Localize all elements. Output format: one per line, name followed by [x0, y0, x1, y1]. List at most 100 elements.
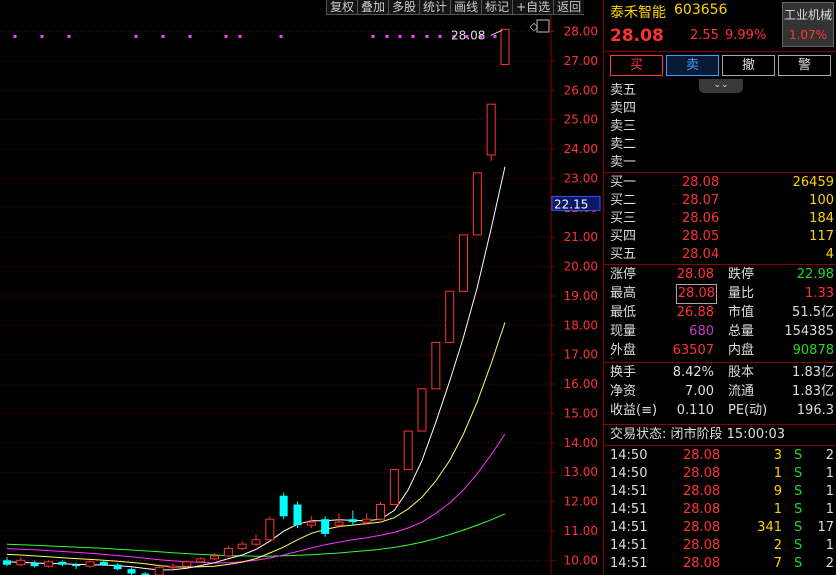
candle-body [431, 341, 441, 390]
candle-body [472, 172, 482, 236]
stat-label: 跌停 [728, 267, 755, 282]
marker-dot [224, 35, 228, 38]
toolbar-button-2[interactable]: 多股 [388, 0, 420, 15]
tick-row: 14:50 28.08 3 S 2 [610, 447, 834, 465]
tick-row: 14:51 28.08 341 S 17 [610, 519, 834, 537]
fundamental-label: 流通 [728, 384, 755, 399]
candle-body [293, 504, 302, 526]
tick-volume: 7 [773, 556, 782, 571]
y-tick-label: 19.00 [564, 289, 598, 303]
fundamental-label: 换手 [610, 365, 637, 380]
buy-order-label: 买三 [610, 211, 637, 226]
candle-body [58, 561, 67, 565]
candle-body [417, 388, 427, 432]
stat-label: 最高 [610, 286, 637, 301]
candle-body [168, 565, 178, 569]
tick-count: 2 [825, 556, 834, 571]
quote-panel: 泰禾智能 603656 28.08 2.55 9.99% 工业机械 1.07% … [603, 0, 836, 575]
sell-order-label: 卖五 [610, 83, 637, 98]
candle-body [486, 103, 496, 156]
sell-order-row: 卖一 [610, 154, 834, 172]
fundamental-row: 净资 7.00 流通 1.83亿 [610, 383, 834, 401]
candles [3, 28, 510, 575]
stat-value: 90878 [792, 343, 834, 358]
tick-volume: 341 [757, 520, 782, 535]
candlestick-chart[interactable]: ◇ 10.0011.0012.0013.0014.0015.0016.0017.… [0, 0, 603, 575]
alert-button[interactable]: 警 [778, 55, 831, 76]
buy-button[interactable]: 买 [610, 55, 663, 76]
y-tick-label: 21.00 [564, 230, 598, 244]
tick-row: 14:51 28.08 7 S 2 [610, 555, 834, 573]
buy-order-price: 28.06 [682, 211, 720, 226]
y-tick-label: 23.00 [564, 171, 598, 185]
tick-side: S [794, 466, 803, 481]
tick-time: 14:50 [610, 448, 648, 463]
stat-row: 涨停 28.08 跌停 22.98 [610, 266, 834, 284]
y-tick-label: 28.00 [564, 25, 598, 39]
buy-order-volume: 184 [809, 211, 834, 226]
tick-volume: 1 [773, 502, 782, 517]
tick-row: 14:51 28.08 9 S 1 [610, 483, 834, 501]
y-tick-label: 11.00 [564, 524, 598, 538]
candle-body [182, 561, 192, 567]
toolbar-button-3[interactable]: 统计 [419, 0, 451, 15]
marker-dot [438, 35, 442, 38]
stat-row: 最高 28.08 量比 1.33 [610, 284, 834, 304]
stat-value: 1.33 [805, 286, 834, 301]
tick-volume: 3 [773, 448, 782, 463]
toolbar-button-7[interactable]: 返回 [553, 0, 585, 15]
stat-label: 量比 [728, 286, 755, 301]
toolbar-button-1[interactable]: 叠加 [357, 0, 389, 15]
stat-value: 26.88 [676, 305, 714, 320]
stat-label: 涨停 [610, 267, 637, 282]
fundamental-value: 7.00 [685, 384, 714, 399]
fundamental-value: 1.83亿 [792, 365, 834, 380]
marker-dot [13, 35, 17, 38]
tick-side: S [794, 520, 803, 535]
y-tick-label: 16.00 [564, 377, 598, 391]
toolbar-button-0[interactable]: 复权 [326, 0, 358, 15]
price-change: 2.55 [690, 28, 719, 43]
marker-dot [493, 35, 497, 38]
fundamental-label: 股本 [728, 365, 755, 380]
stat-row: 现量 680 总量 154385 [610, 323, 834, 341]
industry-badge[interactable]: 工业机械 1.07% [782, 2, 834, 47]
y-tick-label: 10.00 [564, 553, 598, 567]
tick-side: S [794, 484, 803, 499]
divider [604, 424, 836, 425]
sell-order-label: 卖二 [610, 137, 637, 152]
toolbar-button-4[interactable]: 画线 [450, 0, 482, 15]
buy-order-label: 买二 [610, 193, 637, 208]
sell-order-label: 卖三 [610, 119, 637, 134]
moving-average-lines [6, 166, 506, 571]
toolbar-button-5[interactable]: 标记 [481, 0, 513, 15]
candle-body [99, 561, 108, 565]
sell-order-row: 卖二 [610, 136, 834, 154]
tick-time: 14:51 [610, 484, 648, 499]
buy-order-volume: 117 [809, 229, 834, 244]
sell-button[interactable]: 卖 [666, 55, 719, 76]
fundamental-value: 0.110 [676, 403, 714, 418]
buy-order-volume: 100 [809, 193, 834, 208]
y-tick-label: 20.00 [564, 260, 598, 274]
marker-dot [279, 35, 283, 38]
y-tick-label: 26.00 [564, 83, 598, 97]
candle-body [251, 539, 261, 545]
candle-body [210, 555, 219, 560]
marker-dot [40, 35, 44, 38]
candle-body [223, 548, 233, 557]
fundamental-row: 换手 8.42% 股本 1.83亿 [610, 364, 834, 382]
candle-body [403, 430, 413, 471]
cancel-order-button[interactable]: 撤 [722, 55, 775, 76]
toolbar-button-6[interactable]: +自选 [512, 0, 554, 15]
tick-side: S [794, 502, 803, 517]
tick-count: 17 [817, 520, 834, 535]
buy-order-row: 买五 28.04 4 [610, 246, 834, 264]
buy-order-row: 买四 28.05 117 [610, 228, 834, 246]
marker-dot [425, 35, 429, 38]
stat-value: 63507 [672, 343, 714, 358]
divider [604, 51, 836, 52]
tick-side: S [794, 448, 803, 463]
current-price: 28.08 [610, 26, 664, 46]
sell-order-label: 卖四 [610, 101, 637, 116]
